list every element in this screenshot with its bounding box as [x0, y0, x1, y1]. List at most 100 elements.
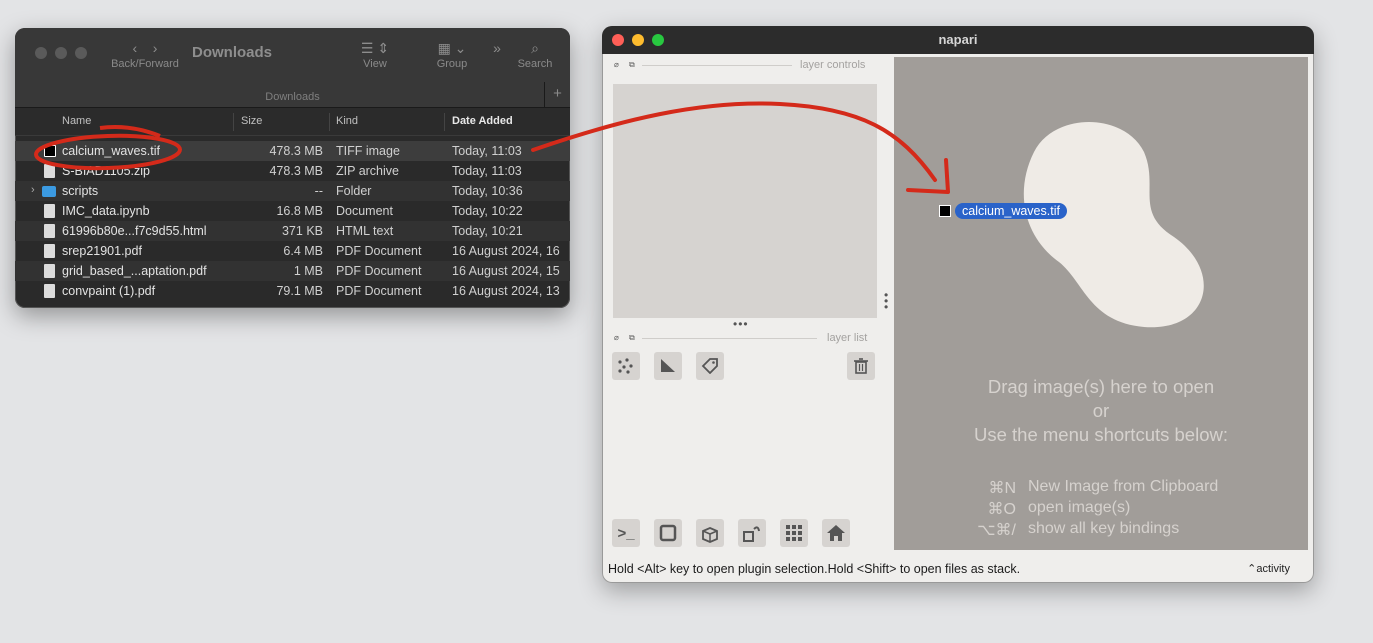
dock-close-icon[interactable]: ⌀ [614, 60, 619, 69]
file-kind: Document [336, 204, 393, 218]
splitter-handle-icon[interactable]: ••• [733, 317, 749, 331]
new-shapes-layer-button[interactable] [654, 352, 682, 380]
drop-hint-line2: or [1092, 400, 1110, 421]
file-date: 16 August 2024, 15 [452, 264, 560, 278]
finder-title: Downloads [192, 44, 273, 61]
document-icon [44, 224, 55, 238]
view-button[interactable]: ☰ ⇕ View [353, 40, 397, 70]
layer-list-label: layer list [827, 332, 868, 344]
column-divider[interactable] [444, 113, 445, 131]
window-title: napari [938, 32, 978, 47]
file-size: 371 KB [281, 224, 323, 238]
search-icon: ⌕ [531, 40, 539, 56]
new-tab-button[interactable]: + [544, 82, 570, 108]
napari-window: napari ⌀ ⧉ layer controls ••• • • • ⌀ ⧉ la… [602, 26, 1314, 583]
ndisplay-button[interactable] [654, 519, 682, 547]
file-size: 16.8 MB [276, 204, 323, 218]
chevron-left-right-icon: ‹ › [132, 40, 158, 56]
file-row[interactable]: IMC_data.ipynb 16.8 MB Document Today, 1… [15, 201, 570, 221]
layer-controls-label: layer controls [800, 59, 866, 71]
file-name: convpaint (1).pdf [62, 284, 156, 298]
column-kind[interactable]: Kind [336, 115, 358, 127]
file-name: grid_based_...aptation.pdf [62, 264, 207, 278]
file-name: S-BIAD1105.zip [62, 164, 151, 178]
column-date-added[interactable]: Date Added [452, 115, 513, 127]
napari-logo-blob-icon [1023, 122, 1204, 328]
file-row[interactable]: grid_based_...aptation.pdf 1 MB PDF Docu… [15, 261, 570, 281]
file-row[interactable]: srep21901.pdf 6.4 MB PDF Document 16 Aug… [15, 241, 570, 261]
close-window-button[interactable] [35, 47, 47, 59]
back-forward-button[interactable]: ‹ › Back/Forward [109, 40, 181, 70]
dock-close-icon[interactable]: ⌀ [614, 333, 619, 342]
file-row[interactable]: S-BIAD1105.zip 478.3 MB ZIP archive Toda… [15, 161, 570, 181]
file-row[interactable]: convpaint (1).pdf 79.1 MB PDF Document 1… [15, 281, 570, 301]
grid-view-button[interactable] [780, 519, 808, 547]
column-divider[interactable] [329, 113, 330, 131]
file-date: Today, 11:03 [452, 164, 522, 178]
file-name: scripts [62, 184, 99, 198]
vertical-splitter-handle-icon[interactable]: • • • [884, 289, 888, 313]
file-row[interactable]: calcium_waves.tif 478.3 MB TIFF image To… [15, 141, 570, 161]
list-view-icon: ☰ ⇕ [360, 40, 390, 56]
dock-float-icon[interactable]: ⧉ [629, 333, 635, 343]
black-square-icon [44, 145, 56, 157]
zip-file-icon [44, 164, 55, 178]
new-labels-layer-button[interactable] [696, 352, 724, 380]
delete-layer-button[interactable] [847, 352, 875, 380]
shapes-icon [661, 359, 675, 372]
finder-toolbar: ‹ › Back/Forward Downloads ☰ ⇕ View ▦ ⌄ … [15, 28, 570, 108]
file-name: srep21901.pdf [62, 244, 142, 258]
shortcut-key: ⌘O [987, 501, 1016, 518]
file-kind: TIFF image [336, 144, 400, 158]
close-window-button[interactable] [612, 34, 624, 46]
napari-titlebar: napari [602, 26, 1314, 54]
zoom-window-button[interactable] [75, 47, 87, 59]
search-button[interactable]: ⌕ Search [515, 40, 555, 70]
folder-icon [42, 186, 56, 197]
file-size: 1 MB [293, 264, 323, 278]
home-icon [827, 525, 845, 541]
panel-divider [642, 338, 817, 339]
file-list: calcium_waves.tif 478.3 MB TIFF image To… [15, 136, 570, 301]
file-row[interactable]: 61996b80e...f7c9d55.html 371 KB HTML tex… [15, 221, 570, 241]
dock-float-icon[interactable]: ⧉ [629, 60, 635, 70]
file-row[interactable]: › scripts -- Folder Today, 10:36 [15, 181, 570, 201]
column-size[interactable]: Size [241, 115, 262, 127]
file-date: 16 August 2024, 16 [452, 244, 560, 258]
transpose-button[interactable] [738, 519, 766, 547]
view-label: View [363, 58, 387, 70]
file-name: calcium_waves.tif [62, 144, 160, 158]
double-chevron-right-icon: » [493, 40, 501, 56]
file-kind: PDF Document [336, 264, 422, 278]
file-date: 16 August 2024, 13 [452, 284, 560, 298]
roll-dimensions-button[interactable] [696, 519, 724, 547]
activity-button[interactable]: ⌃activity [1247, 562, 1290, 575]
group-button[interactable]: ▦ ⌄ Group [433, 40, 471, 70]
column-divider[interactable] [233, 113, 234, 131]
shortcut-description: New Image from Clipboard [1028, 478, 1219, 495]
dragged-file[interactable]: calcium_waves.tif [939, 203, 1067, 219]
shortcut-key: ⌥⌘/ [977, 522, 1016, 539]
file-date: Today, 11:03 [452, 144, 522, 158]
zoom-window-button[interactable] [652, 34, 664, 46]
home-button[interactable] [822, 519, 850, 547]
file-size: 478.3 MB [269, 144, 323, 158]
chevron-up-icon: ⌃ [1247, 563, 1257, 575]
grid-icon [786, 525, 802, 541]
minimize-window-button[interactable] [632, 34, 644, 46]
finder-window: ‹ › Back/Forward Downloads ☰ ⇕ View ▦ ⌄ … [15, 28, 570, 308]
black-square-icon [939, 205, 951, 217]
file-date: Today, 10:21 [452, 224, 523, 238]
back-forward-label: Back/Forward [111, 58, 179, 70]
pdf-icon [44, 284, 55, 298]
disclosure-triangle-icon[interactable]: › [31, 184, 35, 196]
search-label: Search [517, 58, 553, 70]
transpose-icon [743, 526, 760, 542]
new-points-layer-button[interactable] [612, 352, 640, 380]
minimize-window-button[interactable] [55, 47, 67, 59]
more-toolbar-button[interactable]: » [487, 40, 507, 58]
column-name[interactable]: Name [62, 115, 91, 127]
viewer-canvas[interactable]: Drag image(s) here to open or Use the me… [894, 57, 1308, 550]
console-button[interactable]: >_ [612, 519, 640, 547]
file-date: Today, 10:36 [452, 184, 523, 198]
